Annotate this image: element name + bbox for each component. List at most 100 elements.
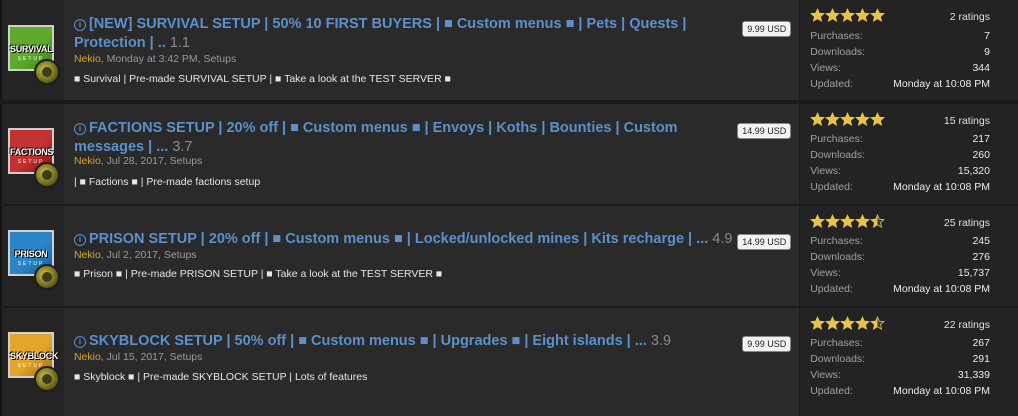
resource-date-category: , Jul 2, 2017, Setups (100, 249, 197, 261)
author-avatar[interactable] (34, 264, 60, 290)
resource-row: SKYBLOCK SETUP i SKYBLOCK SETUP | 50% off… (0, 307, 1018, 416)
stat-views: Views: 15,320 (810, 163, 990, 179)
resource-version: 4.9 (712, 231, 733, 247)
info-icon: i (73, 19, 86, 31)
stat-updated: Updated: Monday at 10:08 PM (810, 281, 990, 297)
stat-label: Purchases: (810, 337, 863, 349)
resource-meta: Nekio, Jul 2, 2017, Setups (74, 249, 197, 261)
resource-meta: Nekio, Monday at 3:42 PM, Setups (74, 53, 236, 65)
star-icon (855, 316, 871, 331)
resource-stats: 2 ratings Purchases: 7 Downloads: 9 Views:… (800, 0, 1018, 100)
resource-icon-cell: SKYBLOCK SETUP (2, 308, 64, 416)
resource-row: FACTIONS SETUP i FACTIONS SETUP | 20% off… (0, 103, 1018, 204)
stat-purchases: Purchases: 245 (810, 233, 990, 249)
resource-stats: 25 ratings Purchases: 245 Downloads: 276 V… (800, 206, 1018, 306)
author-avatar[interactable] (34, 59, 60, 85)
resource-icon-label: FACTIONS (10, 147, 54, 157)
resource-title-text[interactable]: PRISON SETUP | 20% off | ■ Custom menus … (89, 231, 708, 247)
stat-label: Updated: (810, 78, 853, 90)
resource-date-category: , Jul 15, 2017, Setups (100, 351, 203, 363)
ratings-count: 25 ratings (943, 217, 990, 229)
resource-tagline: ■ Skyblock ■ | Pre-made SKYBLOCK SETUP |… (73, 371, 368, 383)
star-icon (825, 316, 841, 331)
author-avatar[interactable] (34, 162, 60, 188)
price-badge: 9.99 USD (742, 21, 792, 37)
resource-title[interactable]: i [NEW] SURVIVAL SETUP | 50% 10 FIRST BUY… (73, 15, 734, 53)
resource-title[interactable]: i SKYBLOCK SETUP | 50% off | ■ Custom men… (73, 332, 734, 351)
rating-stars (810, 214, 886, 230)
resource-title[interactable]: i PRISON SETUP | 20% off | ■ Custom menus… (73, 230, 734, 249)
ratings-count: 15 ratings (943, 115, 990, 127)
price-badge: 14.99 USD (737, 123, 792, 139)
resource-main: i PRISON SETUP | 20% off | ■ Custom menus… (63, 206, 801, 306)
stat-value: Monday at 10:08 PM (893, 181, 990, 193)
stat-value: 291 (972, 353, 990, 365)
author-link[interactable]: Nekio (74, 53, 101, 65)
stat-label: Downloads: (810, 353, 866, 365)
resource-title[interactable]: i FACTIONS SETUP | 20% off | ■ Custom men… (73, 119, 734, 157)
star-icon (840, 316, 856, 331)
stat-label: Downloads: (810, 149, 866, 161)
star-icon (840, 214, 856, 229)
stat-label: Updated: (810, 385, 853, 397)
resource-title-text[interactable]: SKYBLOCK SETUP | 50% off | ■ Custom menu… (89, 333, 647, 349)
star-icon (855, 8, 871, 23)
info-icon: i (73, 123, 86, 135)
author-link[interactable]: Nekio (74, 249, 101, 261)
stat-purchases: Purchases: 7 (810, 28, 990, 44)
stat-value: 15,320 (957, 165, 990, 177)
stat-label: Downloads: (810, 46, 866, 58)
star-icon (840, 8, 856, 23)
stat-views: Views: 31,339 (810, 367, 990, 383)
stat-updated: Updated: Monday at 10:08 PM (810, 76, 990, 92)
star-icon (810, 214, 826, 229)
resource-stats: 22 ratings Purchases: 267 Downloads: 291 V… (800, 308, 1018, 416)
author-avatar[interactable] (34, 366, 60, 392)
stat-label: Views: (810, 62, 841, 74)
resource-meta: Nekio, Jul 28, 2017, Setups (74, 155, 202, 167)
price-badge: 9.99 USD (742, 336, 792, 352)
resource-main: i [NEW] SURVIVAL SETUP | 50% 10 FIRST BUY… (63, 0, 801, 100)
resource-title-text[interactable]: FACTIONS SETUP | 20% off | ■ Custom menu… (74, 120, 678, 155)
stat-label: Purchases: (810, 235, 863, 247)
stat-value: 344 (972, 62, 990, 74)
star-icon (810, 112, 826, 127)
star-icon (870, 8, 886, 23)
star-icon (810, 8, 826, 23)
author-link[interactable]: Nekio (74, 351, 101, 363)
star-icon (825, 112, 841, 127)
stat-downloads: Downloads: 260 (810, 147, 990, 163)
stat-label: Purchases: (810, 133, 863, 145)
stat-label: Views: (810, 165, 841, 177)
stat-purchases: Purchases: 217 (810, 131, 990, 147)
star-icon (825, 8, 841, 23)
resource-icon-label: PRISON (14, 249, 48, 259)
resource-icon-label: SURVIVAL (10, 44, 53, 54)
resource-list: SURVIVAL SETUP i [NEW] SURVIVAL SETUP | 5… (0, 0, 1018, 416)
resource-version: 3.7 (172, 139, 193, 155)
stat-downloads: Downloads: 291 (810, 351, 990, 367)
resource-main: i SKYBLOCK SETUP | 50% off | ■ Custom men… (63, 308, 801, 416)
rating-stars (810, 316, 886, 332)
info-icon: i (73, 336, 86, 348)
stat-value: 9 (984, 46, 990, 58)
info-icon: i (73, 234, 86, 246)
stat-label: Purchases: (810, 30, 863, 42)
resource-row: PRISON SETUP i PRISON SETUP | 20% off | ■… (0, 205, 1018, 306)
resource-icon-cell: SURVIVAL SETUP (2, 0, 64, 100)
resource-title-text[interactable]: [NEW] SURVIVAL SETUP | 50% 10 FIRST BUYE… (74, 16, 687, 51)
star-icon (855, 112, 871, 127)
stat-value: 260 (972, 149, 990, 161)
resource-stats: 15 ratings Purchases: 217 Downloads: 260 V… (800, 104, 1018, 204)
resource-version: 3.9 (650, 333, 672, 349)
star-icon (840, 112, 856, 127)
stat-label: Updated: (810, 181, 853, 193)
resource-icon-cell: FACTIONS SETUP (2, 104, 64, 204)
stat-value: Monday at 10:08 PM (893, 283, 990, 295)
resource-tagline: ■ Survival | Pre-made SURVIVAL SETUP | ■… (73, 73, 451, 85)
star-icon (870, 316, 886, 331)
stat-downloads: Downloads: 276 (810, 249, 990, 265)
stat-value: 7 (984, 30, 990, 42)
stat-updated: Updated: Monday at 10:08 PM (810, 383, 990, 399)
author-link[interactable]: Nekio (74, 155, 101, 167)
